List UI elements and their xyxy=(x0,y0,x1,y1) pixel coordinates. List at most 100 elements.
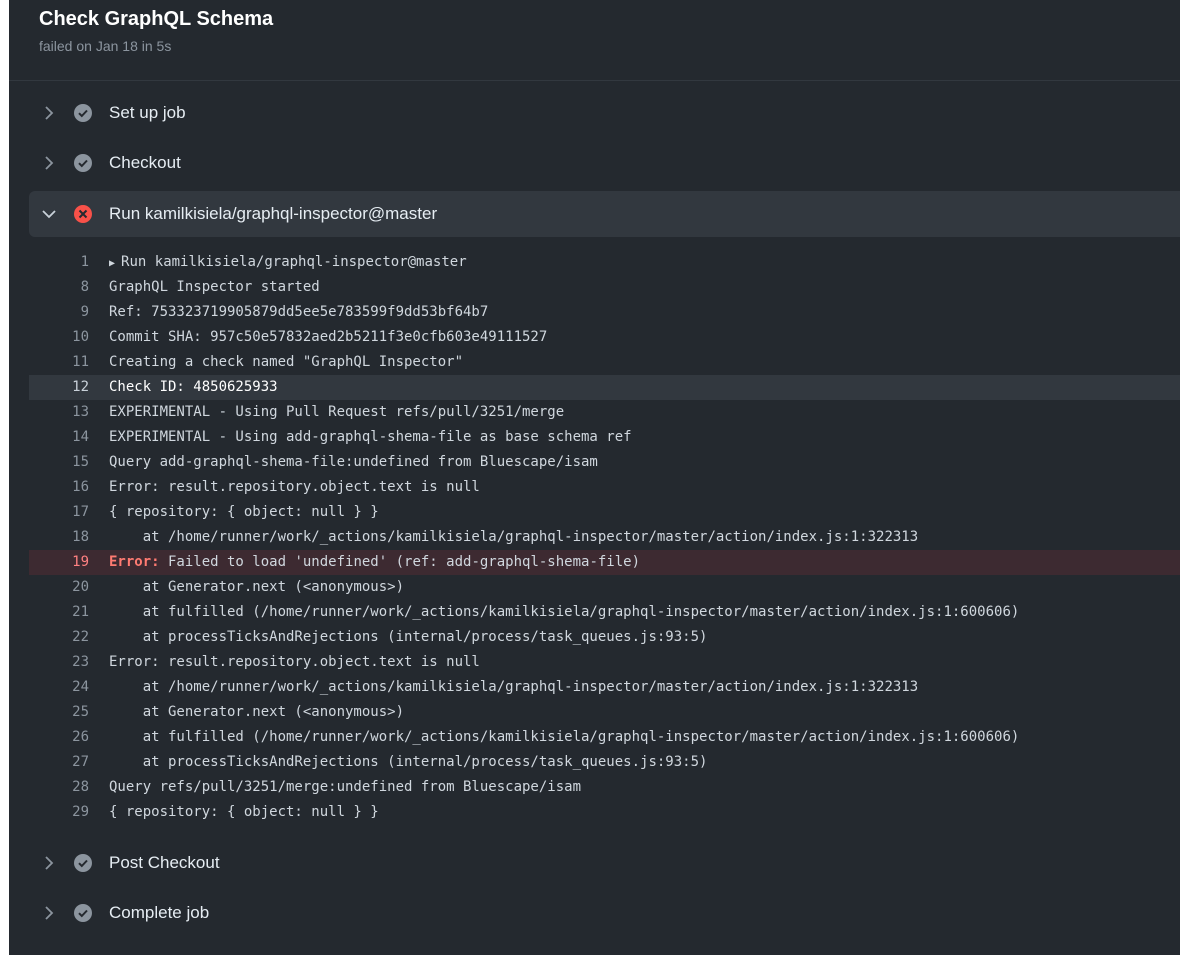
log-line[interactable]: 1 ▶ Run kamilkisiela/graphql-inspector@ma… xyxy=(29,250,1180,275)
log-message: Failed to load 'undefined' (ref: add-gra… xyxy=(159,554,641,570)
log-line[interactable]: 13 EXPERIMENTAL - Using Pull Request refs… xyxy=(29,400,1180,425)
log-message: at /home/runner/work/_actions/kamilkisie… xyxy=(109,529,919,545)
line-number[interactable]: 27 xyxy=(29,750,89,775)
line-number[interactable]: 24 xyxy=(29,675,89,700)
job-title: Check GraphQL Schema xyxy=(39,8,274,30)
x-circle-icon xyxy=(74,205,92,223)
line-number[interactable]: 18 xyxy=(29,525,89,550)
log-message: { repository: { object: null } } xyxy=(109,804,379,820)
log-line[interactable]: 29 { repository: { object: null } } xyxy=(29,800,1180,825)
log-message: at fulfilled (/home/runner/work/_actions… xyxy=(109,604,1020,620)
log-text: at processTicksAndRejections (internal/p… xyxy=(109,625,708,650)
line-number[interactable]: 9 xyxy=(29,300,89,325)
log-line[interactable]: 18 at /home/runner/work/_actions/kamilki… xyxy=(29,525,1180,550)
log-text: { repository: { object: null } } xyxy=(109,800,379,825)
log-line[interactable]: 10 Commit SHA: 957c50e57832aed2b5211f3e0c… xyxy=(29,325,1180,350)
log-text: EXPERIMENTAL - Using add-graphql-shema-f… xyxy=(109,425,632,450)
log-message: Creating a check named "GraphQL Inspecto… xyxy=(109,354,464,370)
log-message: EXPERIMENTAL - Using add-graphql-shema-f… xyxy=(109,429,632,445)
check-circle-icon xyxy=(74,154,92,172)
line-number[interactable]: 22 xyxy=(29,625,89,650)
step-log: 1 ▶ Run kamilkisiela/graphql-inspector@ma… xyxy=(29,250,1180,825)
log-text: at processTicksAndRejections (internal/p… xyxy=(109,750,708,775)
log-text: EXPERIMENTAL - Using Pull Request refs/p… xyxy=(109,400,564,425)
log-message: at /home/runner/work/_actions/kamilkisie… xyxy=(109,679,919,695)
log-message: at processTicksAndRejections (internal/p… xyxy=(109,754,708,770)
log-line[interactable]: 12 Check ID: 4850625933 xyxy=(29,375,1180,400)
log-text: ▶ Run kamilkisiela/graphql-inspector@mas… xyxy=(109,250,467,275)
log-message: Error: result.repository.object.text is … xyxy=(109,654,480,670)
log-line[interactable]: 23 Error: result.repository.object.text i… xyxy=(29,650,1180,675)
log-line[interactable]: 15 Query add-graphql-shema-file:undefined… xyxy=(29,450,1180,475)
log-line[interactable]: 9 Ref: 753323719905879dd5ee5e783599f9dd53… xyxy=(29,300,1180,325)
chevron-right-icon xyxy=(39,906,59,920)
line-number[interactable]: 23 xyxy=(29,650,89,675)
line-number[interactable]: 8 xyxy=(29,275,89,300)
line-number[interactable]: 19 xyxy=(29,550,89,575)
log-message: Check ID: 4850625933 xyxy=(109,379,278,395)
line-number[interactable]: 16 xyxy=(29,475,89,500)
log-line[interactable]: 14 EXPERIMENTAL - Using add-graphql-shema… xyxy=(29,425,1180,450)
check-circle-icon xyxy=(74,104,92,122)
log-text: Error: Failed to load 'undefined' (ref: … xyxy=(109,550,640,575)
line-number[interactable]: 11 xyxy=(29,350,89,375)
line-number[interactable]: 29 xyxy=(29,800,89,825)
step-checkout[interactable]: Checkout xyxy=(29,140,1180,186)
log-message: EXPERIMENTAL - Using Pull Request refs/p… xyxy=(109,404,565,420)
log-text: { repository: { object: null } } xyxy=(109,500,379,525)
log-text: at fulfilled (/home/runner/work/_actions… xyxy=(109,600,1020,625)
line-number[interactable]: 20 xyxy=(29,575,89,600)
log-line[interactable]: 17 { repository: { object: null } } xyxy=(29,500,1180,525)
line-number[interactable]: 12 xyxy=(29,375,89,400)
line-number[interactable]: 13 xyxy=(29,400,89,425)
log-text: at /home/runner/work/_actions/kamilkisie… xyxy=(109,675,918,700)
log-text: Query refs/pull/3251/merge:undefined fro… xyxy=(109,775,581,800)
log-line[interactable]: 11 Creating a check named "GraphQL Inspec… xyxy=(29,350,1180,375)
line-number[interactable]: 21 xyxy=(29,600,89,625)
log-line[interactable]: 8 GraphQL Inspector started xyxy=(29,275,1180,300)
log-message: Query add-graphql-shema-file:undefined f… xyxy=(109,454,598,470)
step-run-graphql-inspector[interactable]: Run kamilkisiela/graphql-inspector@maste… xyxy=(29,191,1180,237)
line-number[interactable]: 26 xyxy=(29,725,89,750)
log-message: Query refs/pull/3251/merge:undefined fro… xyxy=(109,779,582,795)
line-number[interactable]: 17 xyxy=(29,500,89,525)
log-line[interactable]: 21 at fulfilled (/home/runner/work/_acti… xyxy=(29,600,1180,625)
log-message: Commit SHA: 957c50e57832aed2b5211f3e0cfb… xyxy=(109,329,548,345)
line-number[interactable]: 28 xyxy=(29,775,89,800)
log-line[interactable]: 19 Error: Failed to load 'undefined' (ref… xyxy=(29,550,1180,575)
step-post-checkout[interactable]: Post Checkout xyxy=(29,840,1180,886)
log-line[interactable]: 25 at Generator.next (<anonymous>) xyxy=(29,700,1180,725)
step-set-up-job[interactable]: Set up job xyxy=(29,90,1180,136)
step-complete-job[interactable]: Complete job xyxy=(29,890,1180,936)
log-line[interactable]: 22 at processTicksAndRejections (interna… xyxy=(29,625,1180,650)
log-line[interactable]: 24 at /home/runner/work/_actions/kamilki… xyxy=(29,675,1180,700)
line-number[interactable]: 25 xyxy=(29,700,89,725)
chevron-right-icon xyxy=(39,156,59,170)
line-number[interactable]: 10 xyxy=(29,325,89,350)
line-number[interactable]: 1 xyxy=(29,250,89,275)
chevron-right-icon xyxy=(39,856,59,870)
expand-group-icon[interactable]: ▶ xyxy=(109,258,121,269)
error-prefix: Error: xyxy=(109,554,160,570)
log-message: at processTicksAndRejections (internal/p… xyxy=(109,629,708,645)
log-message: Error: result.repository.object.text is … xyxy=(109,479,480,495)
line-number[interactable]: 14 xyxy=(29,425,89,450)
log-text: at Generator.next (<anonymous>) xyxy=(109,700,404,725)
log-line[interactable]: 27 at processTicksAndRejections (interna… xyxy=(29,750,1180,775)
log-text: GraphQL Inspector started xyxy=(109,275,320,300)
line-number[interactable]: 15 xyxy=(29,450,89,475)
log-line[interactable]: 26 at fulfilled (/home/runner/work/_acti… xyxy=(29,725,1180,750)
log-text: at /home/runner/work/_actions/kamilkisie… xyxy=(109,525,918,550)
log-line[interactable]: 20 at Generator.next (<anonymous>) xyxy=(29,575,1180,600)
step-label: Complete job xyxy=(109,903,210,922)
step-label: Post Checkout xyxy=(109,853,220,872)
log-text: Commit SHA: 957c50e57832aed2b5211f3e0cfb… xyxy=(109,325,547,350)
log-message: GraphQL Inspector started xyxy=(109,279,320,295)
log-text: Error: result.repository.object.text is … xyxy=(109,475,480,500)
log-line[interactable]: 28 Query refs/pull/3251/merge:undefined f… xyxy=(29,775,1180,800)
log-line[interactable]: 16 Error: result.repository.object.text i… xyxy=(29,475,1180,500)
log-message: at Generator.next (<anonymous>) xyxy=(109,579,405,595)
check-circle-icon xyxy=(74,904,92,922)
log-text: Query add-graphql-shema-file:undefined f… xyxy=(109,450,598,475)
step-label: Run kamilkisiela/graphql-inspector@maste… xyxy=(109,204,438,223)
